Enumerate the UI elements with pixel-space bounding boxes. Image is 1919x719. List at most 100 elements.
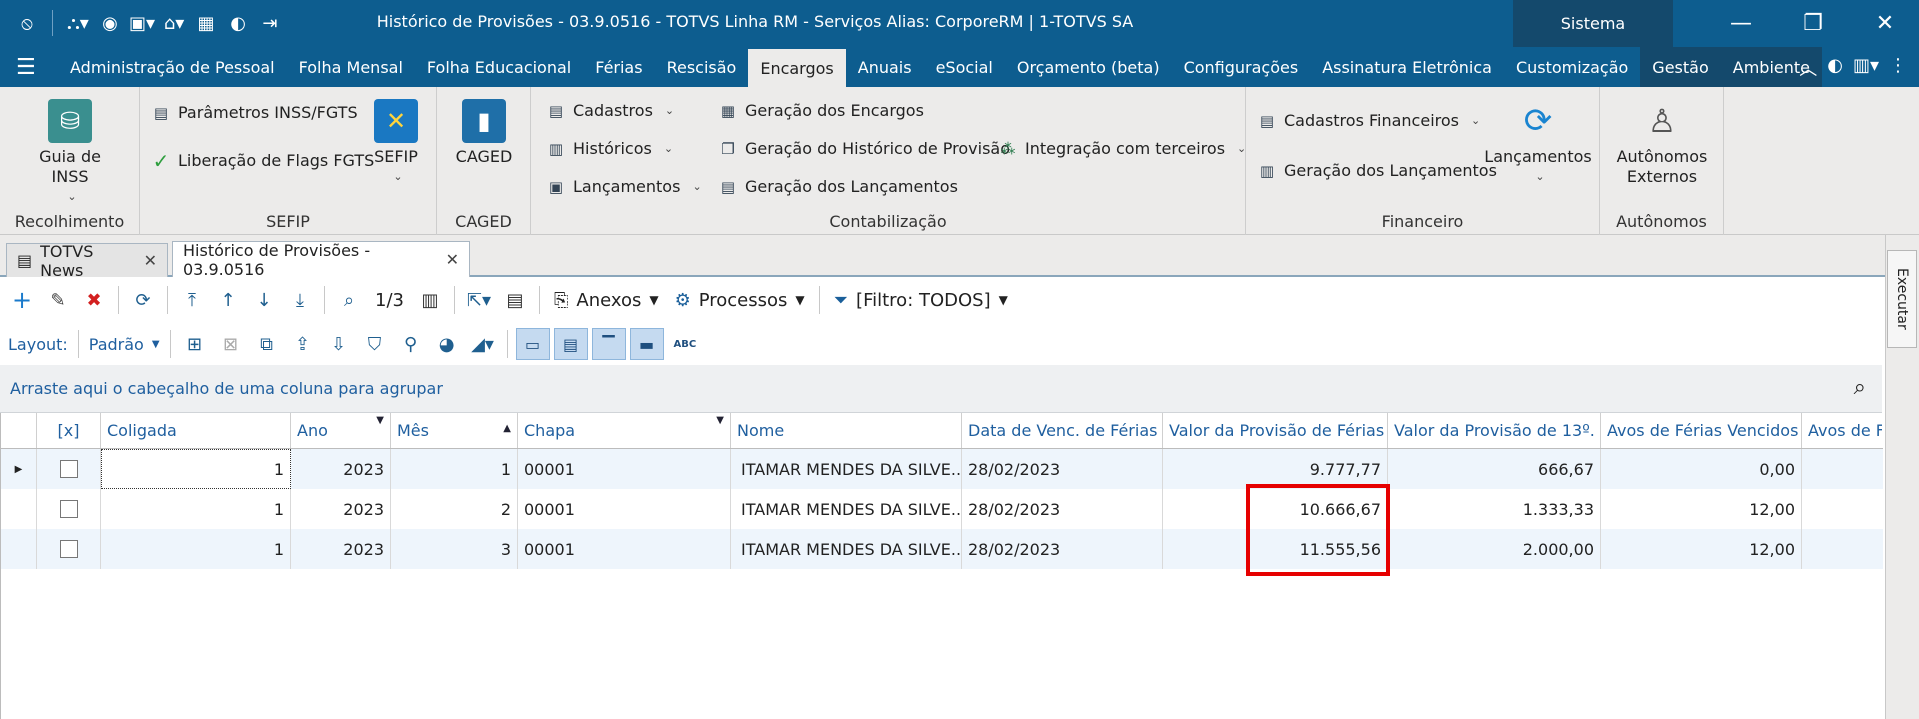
geracao-lancamentos-fin-button[interactable]: ▥ Geração dos Lançamentos [1258, 161, 1497, 180]
autonomos-externos-button[interactable]: ♙ Autônomos Externos [1612, 99, 1712, 187]
menu-administracao-pessoal[interactable]: Administração de Pessoal [58, 47, 287, 87]
liberacao-flags-button[interactable]: ✓ Liberação de Flags FGTS [152, 149, 375, 173]
column-header-valor-13[interactable]: Valor da Provisão de 13º. [1388, 413, 1601, 448]
cell-avos-fe[interactable] [1802, 449, 1882, 489]
view-group-toggle[interactable]: ▬ [629, 328, 664, 360]
first-record-icon[interactable]: ⤒ [176, 284, 208, 316]
search-icon[interactable]: ⌕ [1854, 375, 1866, 400]
group-by-panel[interactable]: Arraste aqui o cabeçalho de uma coluna p… [0, 365, 1882, 413]
cell-valor-13[interactable]: 2.000,00 [1388, 529, 1601, 569]
menu-orcamento[interactable]: Orçamento (beta) [1005, 47, 1172, 87]
cadastros-button[interactable]: ▤ Cadastros ⌄ [547, 101, 674, 120]
cell-nome[interactable]: ITAMAR MENDES DA SILVE... [731, 449, 962, 489]
view-grid-toggle[interactable]: ▭ [515, 328, 550, 360]
column-header-valor-ferias[interactable]: Valor da Provisão de Férias [1163, 413, 1388, 448]
collapse-ribbon-icon[interactable]: ︿ [1799, 55, 1817, 81]
export-icon[interactable]: ⇱▾ [463, 284, 495, 316]
checkbox[interactable] [59, 460, 78, 478]
cell-data-venc[interactable]: 28/02/2023 [962, 449, 1163, 489]
menu-rescisao[interactable]: Rescisão [655, 47, 749, 87]
menu-gestao[interactable]: Gestão [1640, 47, 1721, 87]
table-row[interactable]: ▶ 1 2023 1 00001 ITAMAR MENDES DA SILVE.… [1, 449, 1883, 489]
cell-coligada[interactable]: 1 [101, 489, 291, 529]
cell-mes[interactable]: 1 [391, 449, 518, 489]
menu-encargos[interactable]: Encargos [748, 47, 846, 87]
lancamentos-fin-button[interactable]: ⟳ Lançamentos ⌄ [1484, 99, 1591, 187]
sistema-button[interactable]: Sistema [1513, 0, 1673, 47]
executar-button[interactable]: Executar [1887, 250, 1917, 348]
cell-valor-13[interactable]: 666,67 [1388, 449, 1601, 489]
paint-icon[interactable]: ⛉ [359, 328, 391, 360]
spellcheck-icon[interactable]: ABC [668, 339, 703, 350]
save-layout-icon[interactable]: ⧉ [251, 328, 283, 360]
cell-coligada[interactable]: 1 [101, 449, 291, 489]
column-header-avos-fe[interactable]: Avos de Fe [1802, 413, 1882, 448]
cell-ano[interactable]: 2023 [291, 489, 391, 529]
parametros-inss-fgts-button[interactable]: ▤ Parâmetros INSS/FGTS [152, 103, 358, 122]
columns-icon[interactable]: ▥ [414, 284, 446, 316]
menu-folha-educacional[interactable]: Folha Educacional [415, 47, 583, 87]
cell-avos-vencidos[interactable]: 12,00 [1601, 529, 1802, 569]
cadastros-financeiros-button[interactable]: ▤ Cadastros Financeiros ⌄ [1258, 111, 1480, 130]
more-icon[interactable]: ⋮ [1889, 55, 1907, 81]
refresh-icon[interactable]: ⟳ [127, 284, 159, 316]
filter-button[interactable]: ⏷ [Filtro: TODOS] ▼ [828, 290, 1014, 311]
sefip-button[interactable]: ✕ SEFIP ⌄ [366, 99, 426, 187]
integracao-terceiros-button[interactable]: ⁂ Integração com terceiros ⌄ [999, 139, 1247, 158]
edit-icon[interactable]: ✎ [42, 284, 74, 316]
cell-nome[interactable]: ITAMAR MENDES DA SILVE... [731, 529, 962, 569]
import-layout-icon[interactable]: ⇪ [287, 328, 319, 360]
restore-button[interactable]: ❐ [1778, 0, 1848, 47]
report-icon[interactable]: ▤ [499, 284, 531, 316]
geracao-encargos-button[interactable]: ▦ Geração dos Encargos [719, 101, 924, 120]
cell-ano[interactable]: 2023 [291, 449, 391, 489]
tab-totvs-news[interactable]: ▤ TOTVS News ✕ [6, 242, 168, 280]
chart-icon[interactable]: ◢▾ [467, 328, 499, 360]
column-header-select[interactable]: [x] [37, 413, 101, 448]
cell-valor-ferias[interactable]: 10.666,67 [1163, 489, 1388, 529]
pin-icon[interactable]: ⚲ [395, 328, 427, 360]
add-icon[interactable]: + [6, 284, 38, 316]
cell-avos-vencidos[interactable]: 0,00 [1601, 449, 1802, 489]
filter-icon[interactable]: ▼ [716, 415, 724, 426]
column-header-ano[interactable]: Ano ▼ [291, 413, 391, 448]
cell-chapa[interactable]: 00001 [518, 489, 731, 529]
table-row[interactable]: 1 2023 2 00001 ITAMAR MENDES DA SILVE...… [1, 489, 1883, 529]
menu-anuais[interactable]: Anuais [846, 47, 924, 87]
cell-data-venc[interactable]: 28/02/2023 [962, 489, 1163, 529]
menu-assinatura[interactable]: Assinatura Eletrônica [1310, 47, 1504, 87]
historicos-button[interactable]: ▥ Históricos ⌄ [547, 139, 673, 158]
menu-ferias[interactable]: Férias [583, 47, 654, 87]
cell-nome[interactable]: ITAMAR MENDES DA SILVE... [731, 489, 962, 529]
anexos-button[interactable]: ⎘ Anexos ▼ [548, 290, 665, 311]
column-header-chapa[interactable]: Chapa ▼ [518, 413, 731, 448]
menu-esocial[interactable]: eSocial [924, 47, 1005, 87]
cell-coligada[interactable]: 1 [101, 529, 291, 569]
previous-record-icon[interactable]: ↑ [212, 284, 244, 316]
new-layout-icon[interactable]: ⊞ [179, 328, 211, 360]
cell-chapa[interactable]: 00001 [518, 449, 731, 489]
column-header-nome[interactable]: Nome [731, 413, 962, 448]
last-record-icon[interactable]: ⤓ [284, 284, 316, 316]
menu-folha-mensal[interactable]: Folha Mensal [287, 47, 415, 87]
cell-valor-ferias[interactable]: 11.555,56 [1163, 529, 1388, 569]
close-tab-icon[interactable]: ✕ [144, 251, 157, 270]
next-record-icon[interactable]: ↓ [248, 284, 280, 316]
cell-avos-fe[interactable] [1802, 529, 1882, 569]
filter-icon[interactable]: ▼ [376, 415, 384, 426]
column-header-avos-vencidos[interactable]: Avos de Férias Vencidos [1601, 413, 1802, 448]
layout-dropdown[interactable]: Padrão ▼ [87, 335, 162, 354]
processos-button[interactable]: ⚙ Processos ▼ [669, 290, 811, 311]
column-header-mes[interactable]: Mês ▲ [391, 413, 518, 448]
delete-icon[interactable]: ✖ [78, 284, 110, 316]
cell-mes[interactable]: 3 [391, 529, 518, 569]
cell-valor-ferias[interactable]: 9.777,77 [1163, 449, 1388, 489]
view-split-toggle[interactable]: ▤ [553, 328, 588, 360]
app-menu-icon[interactable]: ☰ [16, 55, 36, 80]
color-icon[interactable]: ◕ [431, 328, 463, 360]
cell-mes[interactable]: 2 [391, 489, 518, 529]
help-icon[interactable]: ◐ [1827, 55, 1843, 81]
cell-avos-fe[interactable] [1802, 489, 1882, 529]
cell-avos-vencidos[interactable]: 12,00 [1601, 489, 1802, 529]
checkbox[interactable] [59, 540, 78, 558]
